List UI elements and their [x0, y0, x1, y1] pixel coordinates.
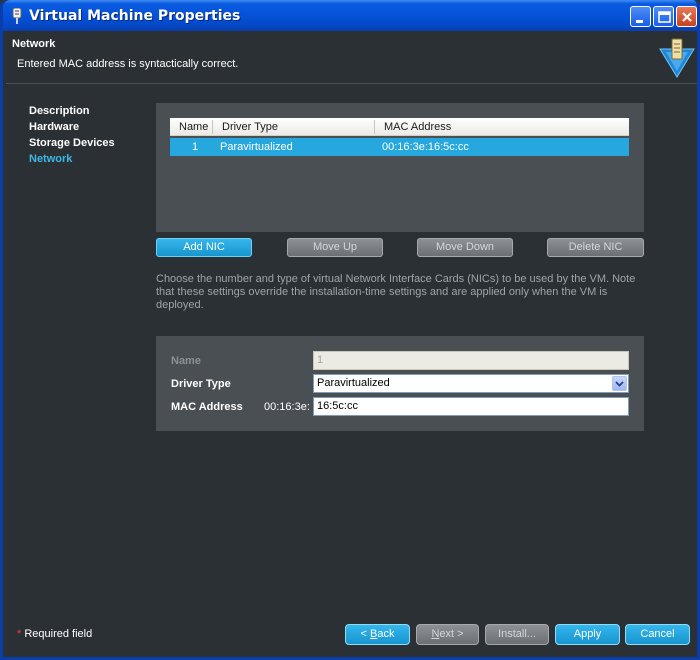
column-header-mac-address[interactable]: MAC Address	[384, 121, 451, 133]
back-prefix: <	[360, 628, 370, 640]
mac-address-label: MAC Address	[171, 401, 243, 413]
maximize-button[interactable]	[653, 6, 674, 27]
driver-type-select[interactable]: Paravirtualized	[313, 374, 629, 393]
driver-type-label: Driver Type	[171, 378, 231, 390]
minimize-icon	[636, 20, 643, 23]
mac-prefix: 00:16:3e:	[264, 401, 310, 413]
cell-mac-address: 00:16:3e:16:5c:cc	[382, 141, 469, 153]
cancel-button[interactable]: Cancel	[625, 624, 690, 645]
chevron-down-icon	[615, 381, 624, 387]
column-divider	[374, 120, 375, 134]
next-rest: ext >	[439, 628, 464, 640]
cell-name: 1	[192, 141, 199, 153]
driver-type-value: Paravirtualized	[317, 377, 390, 389]
column-header-driver-type[interactable]: Driver Type	[222, 121, 278, 133]
column-header-name[interactable]: Name	[179, 121, 208, 133]
network-description: Choose the number and type of virtual Ne…	[156, 273, 636, 311]
next-button[interactable]: Next >	[416, 624, 479, 645]
page-header: Network Entered MAC address is syntactic…	[6, 31, 697, 83]
nav-item-storage-devices[interactable]: Storage Devices	[29, 136, 115, 152]
nav-item-network[interactable]: Network	[29, 152, 115, 168]
table-header: Name Driver Type MAC Address	[170, 118, 629, 136]
window-title: Virtual Machine Properties	[29, 8, 241, 24]
column-divider	[212, 120, 213, 134]
required-field-note: * Required field	[17, 628, 92, 640]
move-down-button[interactable]: Move Down	[417, 238, 513, 257]
close-icon	[682, 12, 692, 22]
install-button[interactable]: Install...	[485, 624, 549, 645]
close-button[interactable]	[676, 6, 697, 27]
table-row[interactable]: 1 Paravirtualized 00:16:3e:16:5c:cc	[170, 138, 629, 156]
properties-window: Virtual Machine Properties Network Enter…	[0, 0, 700, 660]
minimize-button[interactable]	[630, 6, 651, 27]
app-icon	[12, 8, 22, 24]
maximize-icon	[658, 11, 671, 23]
wizard-logo-icon	[659, 38, 695, 78]
wizard-nav: Description Hardware Storage Devices Net…	[29, 104, 115, 168]
name-field[interactable]: 1	[313, 351, 629, 370]
apply-button[interactable]: Apply	[555, 624, 620, 645]
nav-item-hardware[interactable]: Hardware	[29, 120, 115, 136]
header-divider	[6, 83, 697, 84]
nav-item-description[interactable]: Description	[29, 104, 115, 120]
move-up-button[interactable]: Move Up	[287, 238, 383, 257]
add-nic-button[interactable]: Add NIC	[156, 238, 252, 257]
mac-address-input[interactable]: 16:5c:cc	[313, 397, 629, 416]
page-title: Network	[12, 38, 56, 50]
nic-details-form: Name 1 Driver Type Paravirtualized MAC A…	[156, 336, 644, 431]
back-rest: ack	[377, 628, 395, 640]
nic-table: Name Driver Type MAC Address 1 Paravirtu…	[170, 118, 630, 226]
back-button[interactable]: < Back	[345, 624, 410, 645]
name-label: Name	[171, 355, 201, 367]
title-bar[interactable]: Virtual Machine Properties	[3, 0, 697, 31]
dropdown-arrow-icon[interactable]	[612, 376, 627, 391]
status-message: Entered MAC address is syntactically cor…	[17, 58, 239, 70]
delete-nic-button[interactable]: Delete NIC	[547, 238, 644, 257]
required-text: Required field	[21, 628, 93, 640]
cell-driver-type: Paravirtualized	[220, 141, 293, 153]
